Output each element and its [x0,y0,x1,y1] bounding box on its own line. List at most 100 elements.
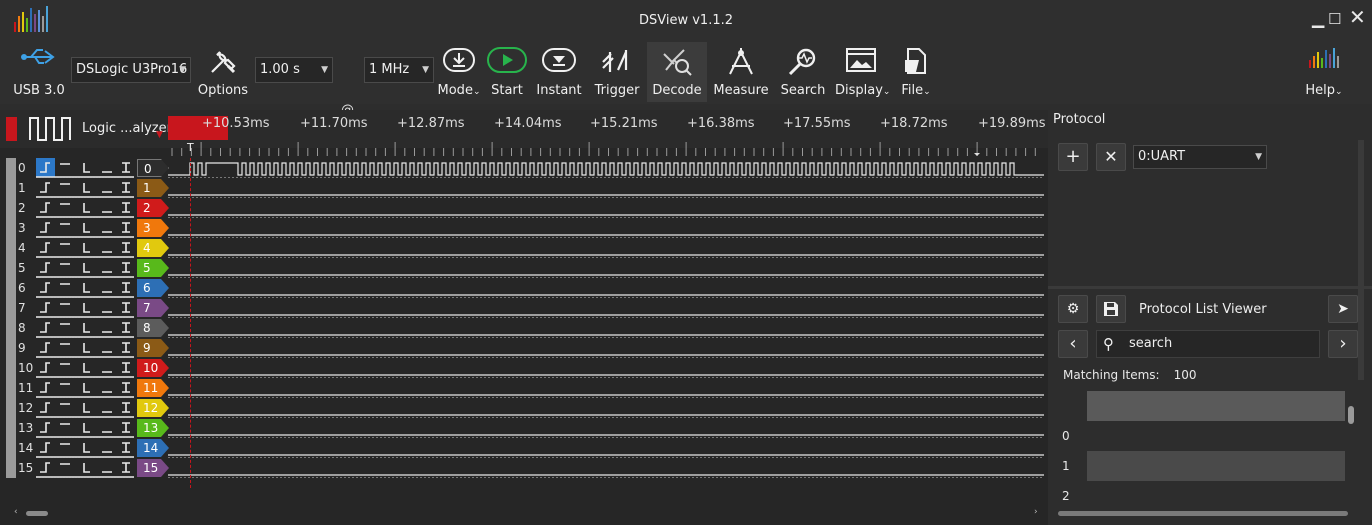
trigger-options[interactable] [36,418,134,438]
search-next-button[interactable]: › [1328,330,1358,358]
list-row-highlight [1087,451,1345,481]
scroll-left-icon[interactable]: ‹ [14,507,18,517]
maximize-button[interactable]: ☐ [1328,11,1341,27]
channel-tag[interactable]: 2 [137,199,169,217]
channel-row[interactable]: 55 [0,258,1048,278]
add-decoder-button[interactable]: + [1058,143,1088,171]
trigger-options[interactable] [36,258,134,278]
channel-row[interactable]: 10 10 [0,358,1048,378]
channel-tag[interactable]: 5 [137,259,169,277]
channel-tag[interactable]: 10 [137,359,169,377]
channel-row[interactable]: 66 [0,278,1048,298]
trigger-options[interactable] [36,158,134,178]
trigger-options[interactable] [36,358,134,378]
instant-button[interactable]: Instant [534,42,584,102]
trigger-options[interactable] [36,458,134,478]
help-button[interactable]: Help⌄ [1302,42,1346,102]
chevron-left-icon: ‹ [1069,333,1077,354]
channel-row[interactable]: 77 [0,298,1048,318]
samplerate-select[interactable]: 1 MHz ▼ [364,57,434,83]
decoder-select[interactable]: 0:UART ▼ [1133,145,1267,169]
channel-row[interactable]: 11 11 [0,378,1048,398]
group-collapse-icon[interactable]: ▼ [156,130,163,140]
search-prev-button[interactable]: ‹ [1058,330,1088,358]
trigger-cursor-line[interactable] [190,158,191,488]
channel-row[interactable]: 44 [0,238,1048,258]
save-list-button[interactable] [1096,295,1126,323]
help-logo-icon [1309,48,1339,68]
trigger-button[interactable]: Trigger [592,42,642,102]
options-button[interactable]: Options [195,42,251,102]
list-horizontal-scrollbar[interactable] [1058,511,1348,516]
panel-scrollbar[interactable] [1358,140,1364,380]
display-button[interactable]: Display⌄ [835,42,890,102]
chevron-right-icon: › [1339,333,1347,354]
channel-waveform [168,434,1044,438]
channel-tag[interactable]: 1 [137,179,169,197]
horizontal-scrollbar[interactable]: ‹ › [14,507,1044,521]
trigger-options[interactable] [36,218,134,238]
decode-button[interactable]: Decode [647,42,707,102]
channel-tag[interactable]: 12 [137,399,169,417]
minimize-button[interactable]: ▁ [1312,11,1324,27]
channel-row[interactable]: 99 [0,338,1048,358]
trigger-options[interactable] [36,278,134,298]
ruler-label: +11.70ms [300,116,368,131]
list-item[interactable]: 2 [1062,489,1070,503]
close-window-button[interactable]: ✕ [1349,7,1366,27]
channel-row[interactable]: 11 [0,178,1048,198]
ruler-label: +18.72ms [880,116,948,131]
usb-button[interactable]: USB 3.0 [8,42,70,102]
trigger-options[interactable] [36,338,134,358]
channel-tag[interactable]: 13 [137,419,169,437]
panel-splitter[interactable] [1048,286,1372,289]
trigger-options[interactable] [36,438,134,458]
channel-row[interactable]: 00 [0,158,1048,178]
channel-row[interactable]: 13 13 [0,418,1048,438]
scroll-thumb[interactable] [26,511,48,516]
scroll-right-icon[interactable]: › [1034,507,1038,517]
settings-gear-button[interactable]: ⚙ [1058,295,1088,323]
channel-tag[interactable]: 11 [137,379,169,397]
list-item[interactable]: 1 [1062,459,1070,473]
time-ruler[interactable]: +10.53ms +11.70ms +12.87ms +14.04ms +15.… [168,110,1048,158]
trigger-options[interactable] [36,198,134,218]
channel-row[interactable]: 88 [0,318,1048,338]
trigger-options[interactable] [36,178,134,198]
navigate-button[interactable]: ➤ [1328,295,1358,323]
list-scroll-thumb[interactable] [1348,406,1354,424]
remove-decoder-button[interactable]: ✕ [1096,143,1126,171]
trigger-options[interactable] [36,398,134,418]
trigger-options[interactable] [36,298,134,318]
protocol-label: Protocol [1053,112,1106,127]
measure-button[interactable]: Measure [712,42,770,102]
channel-tag[interactable]: 14 [137,439,169,457]
trigger-options[interactable] [36,238,134,258]
channel-tag[interactable]: 9 [137,339,169,357]
start-button[interactable]: Start [485,42,529,102]
list-item[interactable]: 0 [1062,429,1070,443]
duration-value: 1.00 s [260,62,300,77]
device-select[interactable]: DSLogic U3Pro16 ▼ [71,57,191,83]
channel-row[interactable]: 15 15 [0,458,1048,478]
channel-row[interactable]: 14 14 [0,438,1048,458]
channel-tag[interactable]: 7 [137,299,169,317]
mode-button[interactable]: Mode⌄ [437,42,481,102]
duration-select[interactable]: 1.00 s ▼ [255,57,333,83]
samplerate-value: 1 MHz [369,62,410,77]
channel-tag[interactable]: 4 [137,239,169,257]
search-input[interactable]: ⚲ search [1096,330,1320,358]
trigger-options[interactable] [36,318,134,338]
channel-row[interactable]: 33 [0,218,1048,238]
channel-tag[interactable]: 3 [137,219,169,237]
channel-tag[interactable]: 15 [137,459,169,477]
channel-tag[interactable]: 0 [137,159,169,177]
channel-tag[interactable]: 8 [137,319,169,337]
channel-number: 7 [18,301,26,315]
channel-tag[interactable]: 6 [137,279,169,297]
channel-row[interactable]: 22 [0,198,1048,218]
search-button[interactable]: Search [778,42,828,102]
file-button[interactable]: File⌄ [894,42,938,102]
channel-row[interactable]: 12 12 [0,398,1048,418]
trigger-options[interactable] [36,378,134,398]
